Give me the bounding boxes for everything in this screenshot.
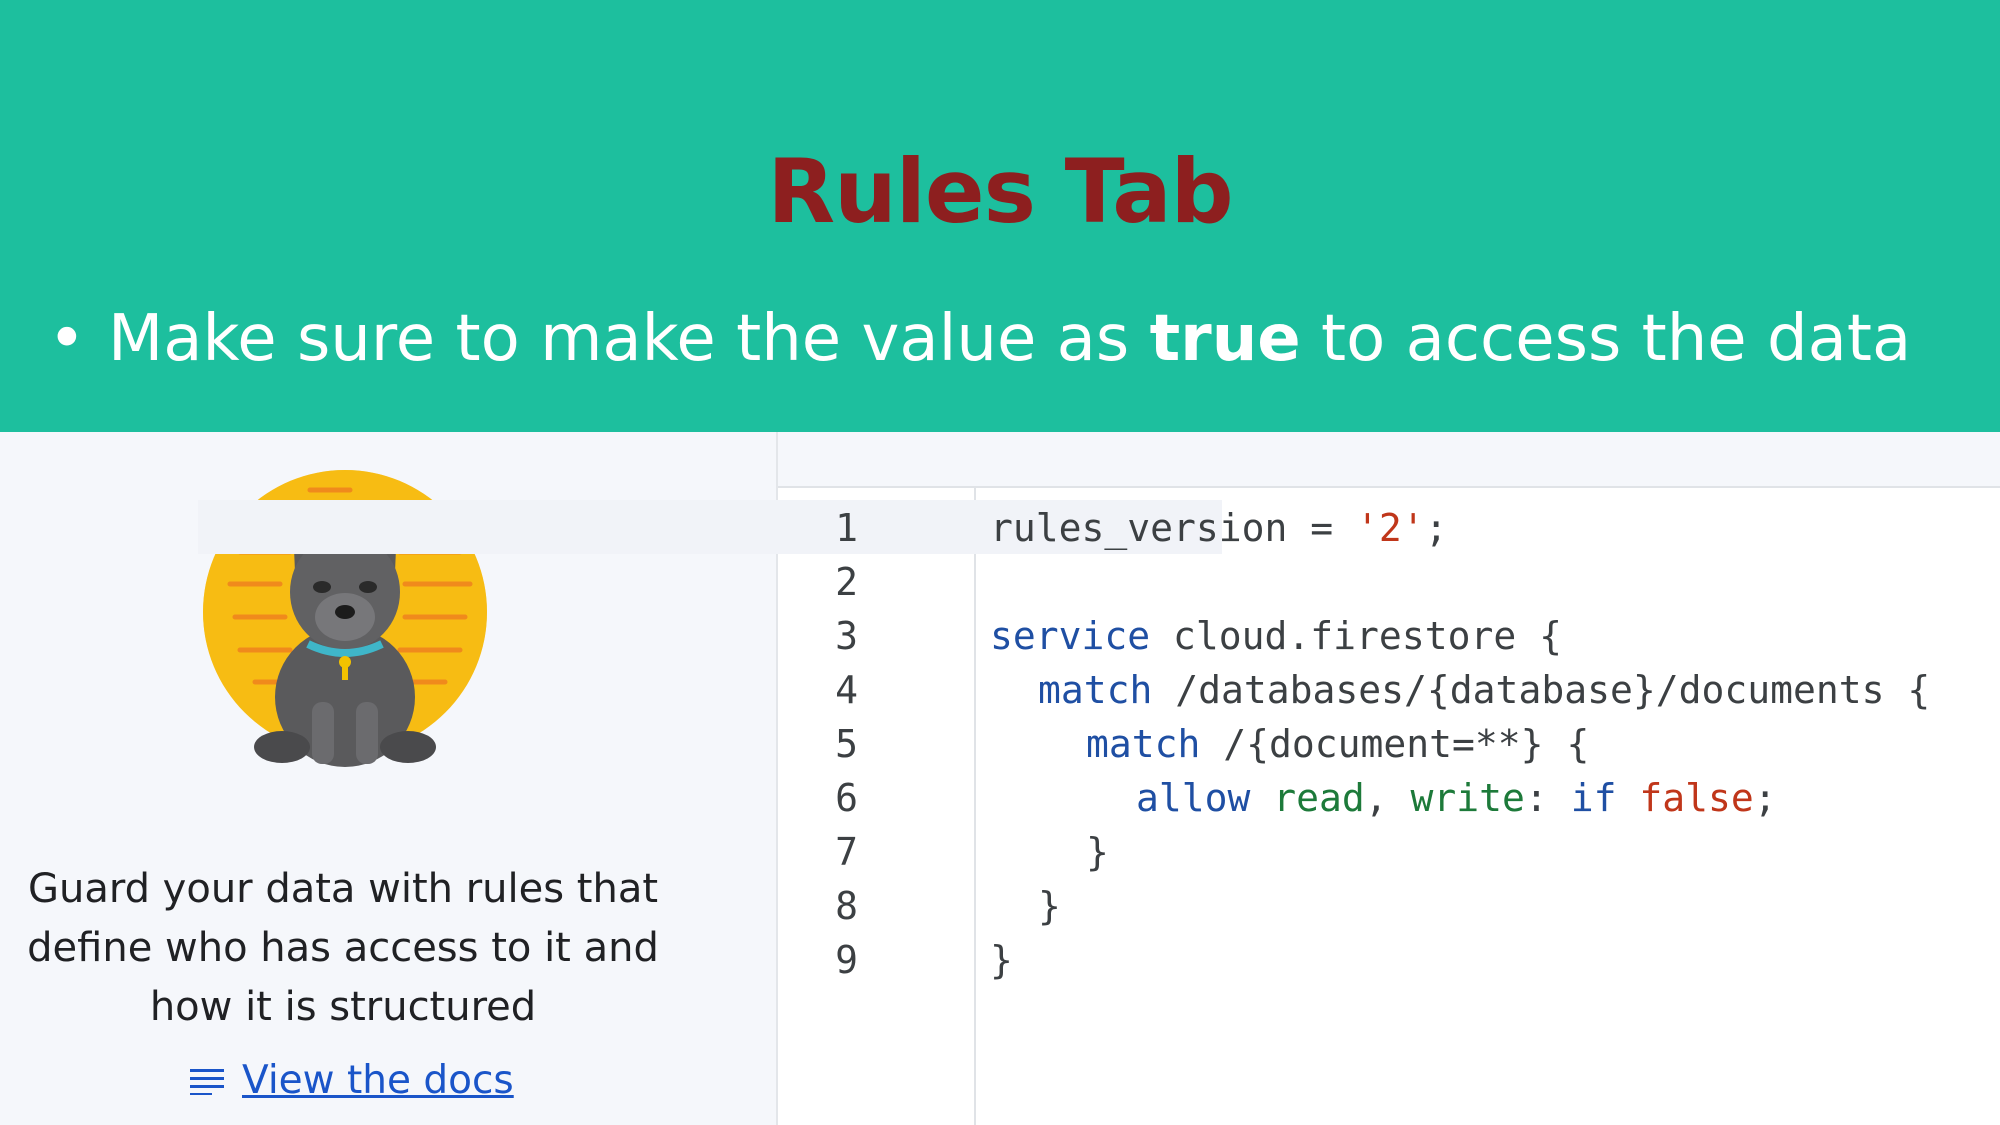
line-number: 9 [835, 938, 858, 982]
slide-header: Rules Tab • Make sure to make the value a… [0, 0, 2000, 432]
line-number: 6 [835, 776, 858, 820]
code-token: ; [1424, 506, 1448, 550]
code-line[interactable]: } [1086, 830, 1109, 874]
code-line[interactable]: match /{document=**} { [1086, 722, 1589, 766]
code-line[interactable]: match /databases/{database}/documents { [1038, 668, 1930, 712]
code-line[interactable]: rules_version = '2'; [990, 506, 1448, 550]
line-number: 3 [835, 614, 858, 658]
code-token: /databases/{database}/documents { [1152, 668, 1931, 712]
view-docs-label: View the docs [242, 1058, 514, 1103]
docs-lines-icon [190, 1068, 224, 1095]
slide-title: Rules Tab [767, 140, 1233, 243]
code-token: rules_version = [990, 506, 1357, 550]
code-token: ; [1753, 776, 1777, 820]
rules-description: Guard your data with rules that define w… [0, 860, 686, 1037]
string-token: '2' [1356, 506, 1425, 550]
editor-toolbar [778, 432, 2000, 488]
view-docs-link[interactable]: View the docs [190, 1058, 514, 1103]
line-number: 1 [835, 506, 858, 550]
line-number: 7 [835, 830, 858, 874]
line-number: 4 [835, 668, 858, 712]
code-line[interactable]: } [1038, 884, 1061, 928]
bullet-point: • Make sure to make the value as true to … [48, 302, 1911, 376]
permission-token: read [1250, 776, 1365, 820]
bullet-text-after: to access the data [1300, 302, 1912, 376]
description-line: how it is structured [149, 984, 537, 1030]
keyword-token: match [1086, 722, 1201, 766]
bullet-text-bold: true [1149, 302, 1301, 376]
permission-token: write [1387, 776, 1525, 820]
keyword-token: match [1038, 668, 1153, 712]
description-line: define who has access to it and [27, 925, 659, 971]
keyword-token: allow [1136, 776, 1251, 820]
description-line: Guard your data with rules that [27, 866, 659, 912]
code-token: cloud.firestore { [1150, 614, 1562, 658]
line-number: 5 [835, 722, 858, 766]
boolean-token: false [1616, 776, 1754, 820]
code-line[interactable]: service cloud.firestore { [990, 614, 1562, 658]
keyword-token: service [990, 614, 1151, 658]
code-line[interactable]: } [990, 938, 1013, 982]
keyword-token: if [1570, 776, 1617, 820]
bullet-text-before: Make sure to make the value as [108, 302, 1150, 376]
code-token: /{document=**} { [1200, 722, 1590, 766]
line-number: 8 [835, 884, 858, 928]
code-token: , [1364, 776, 1388, 820]
code-line[interactable]: allow read, write: if false; [1136, 776, 1777, 820]
code-token: : [1524, 776, 1571, 820]
line-number: 2 [835, 560, 858, 604]
bullet-dot: • [48, 302, 86, 376]
